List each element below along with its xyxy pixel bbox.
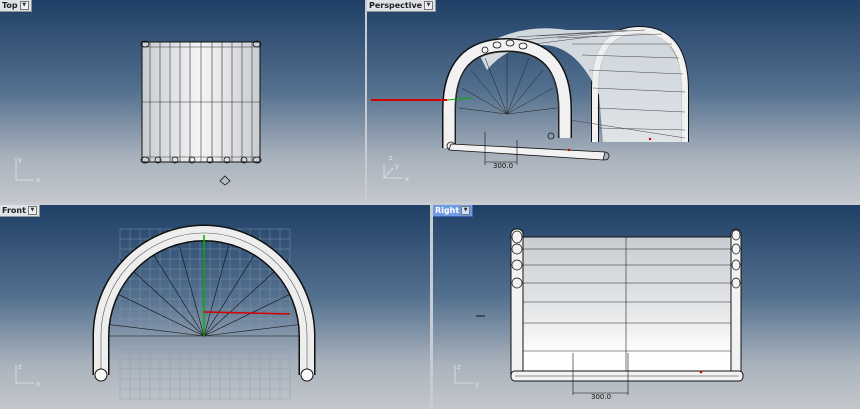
viewport-tab-perspective[interactable]: Perspective ▼ [367,0,437,12]
viewport-perspective[interactable]: Perspective ▼ 300.0 z y x [367,0,860,202]
viewport-top[interactable]: Top ▼ y x [0,0,365,202]
axis-label-x: x [36,176,40,184]
viewport-right[interactable]: Right ▼ 300.0 z y [433,205,860,409]
viewport-label-right: Right [435,206,460,215]
axis-label-x: x [36,380,40,388]
viewport-label-perspective: Perspective [369,1,423,10]
axis-label-z: z [389,154,393,162]
viewport-tab-top[interactable]: Top ▼ [0,0,32,12]
perspective-view-geometry: 300.0 z y x [371,25,689,183]
chevron-down-icon[interactable]: ▼ [461,206,471,215]
viewport-tab-front[interactable]: Front ▼ [0,205,40,217]
chevron-down-icon[interactable]: ▼ [19,1,29,10]
dimension-label-perspective: 300.0 [493,162,513,170]
right-view-geometry: 300.0 z y [454,228,744,401]
dimension-label-right: 300.0 [591,393,611,401]
viewport-front[interactable]: Front ▼ z x [0,205,430,409]
axis-label-x: x [405,175,409,183]
axis-label-z: z [18,363,22,371]
axis-label-y: y [395,162,399,170]
top-view-geometry: y x [15,40,262,186]
front-view-geometry: z x [15,224,316,400]
chevron-down-icon[interactable]: ▼ [424,1,434,10]
viewport-label-top: Top [2,1,18,10]
chevron-down-icon[interactable]: ▼ [27,206,37,215]
viewport-label-front: Front [2,206,26,215]
axis-label-y: y [475,380,479,388]
viewport-tab-right[interactable]: Right ▼ [433,205,474,217]
axis-label-y: y [18,156,22,164]
axis-label-z: z [457,363,461,371]
